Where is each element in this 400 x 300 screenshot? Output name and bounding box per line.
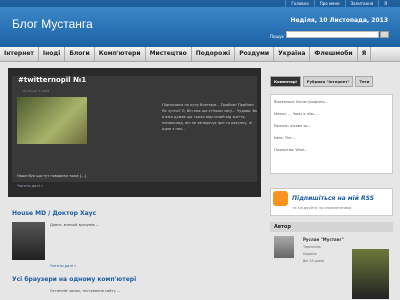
author-name: Руслан "Мустанг" (303, 237, 344, 242)
author-line: Україна (303, 252, 317, 256)
author-heading: Автор (270, 222, 393, 232)
nav-blogs[interactable]: Блоги (65, 47, 95, 61)
rss-box (270, 188, 393, 216)
search-label: Пошук (270, 34, 284, 39)
post-text-browsers: Останнім часом, тестування сайту ... (50, 289, 121, 293)
comment-item[interactable]: Maxon: ... Чому в лінь... (274, 112, 318, 116)
post-title-browsers[interactable]: Усі браузери на одному комп'ютері (12, 276, 136, 283)
toplink-about[interactable]: Про мене (313, 0, 345, 7)
sidebar-tabs: Коментарі Рубрика "Інтернет" Теги (270, 76, 374, 87)
main-nav: Інтернет Іноді Блоги Комп'ютери Мистецтв… (0, 47, 400, 62)
nav-travel[interactable]: Подорожі (192, 47, 236, 61)
featured-title[interactable]: #twitternopil №1 (18, 76, 86, 84)
post-read-more-house[interactable]: Читати далі » (50, 264, 76, 268)
toplink-faq[interactable]: Запитання (344, 0, 379, 7)
featured-meta: 05.09.Apr 5 2008 (23, 89, 50, 93)
featured-text: Підписався на купу блогерів... Прийом! П… (162, 103, 258, 131)
featured-image[interactable] (17, 97, 87, 144)
comment-item[interactable]: Пожертва: Wise... (274, 148, 307, 152)
nav-other[interactable]: Іноді (39, 47, 66, 61)
toplink-home[interactable]: Головна (285, 0, 313, 7)
nav-thoughts[interactable]: Роздуми (235, 47, 275, 61)
author-avatar (274, 236, 294, 258)
nav-ukraine[interactable]: Україна (274, 47, 311, 61)
author-line: Вік 19 років (303, 259, 325, 263)
toplink-me[interactable]: Я (378, 0, 392, 7)
top-links: Головна Про мене Запитання Я (285, 0, 392, 7)
comments-list (270, 94, 393, 174)
rss-title[interactable]: Підпишіться на мій RSS (292, 195, 374, 202)
comment-item[interactable]: Nero: The ... (274, 136, 296, 140)
comment-item[interactable]: Blackmoon: Катастрофічна... (274, 100, 328, 104)
author-line: Тернопіль (303, 245, 321, 249)
featured-caption: Наше бук що тут говорити тоже [...] (17, 174, 87, 178)
post-image-house[interactable] (12, 222, 45, 260)
date-label: Неділя, 10 Листопада, 2013 (290, 17, 388, 24)
featured-read-more[interactable]: Читати далі » (17, 184, 43, 188)
nav-me[interactable]: Я (358, 47, 372, 61)
post-text-house: Давнє, вчений зрозумів ... (50, 223, 100, 227)
rss-subtitle: та слідкуйте за оновленнями (292, 205, 351, 210)
site-logo[interactable]: Блог Мустанга (12, 17, 93, 31)
tab-comments[interactable]: Коментарі (270, 76, 301, 87)
search-input[interactable] (286, 31, 379, 38)
tab-tags[interactable]: Теги (355, 76, 374, 87)
search-button[interactable] (380, 31, 389, 38)
nav-internet[interactable]: Інтернет (0, 47, 39, 61)
author-photo (352, 249, 389, 299)
nav-art[interactable]: Мистецтво (146, 47, 192, 61)
comment-item[interactable]: Ромчик: цікаво як... (274, 124, 311, 128)
nav-flashmob[interactable]: Флешмоби (310, 47, 358, 61)
nav-computers[interactable]: Комп'ютери (95, 47, 146, 61)
post-title-house[interactable]: House MD / Доктор Хаус (12, 210, 96, 217)
tab-internet[interactable]: Рубрика "Інтернет" (302, 76, 354, 87)
rss-icon[interactable] (273, 191, 288, 206)
